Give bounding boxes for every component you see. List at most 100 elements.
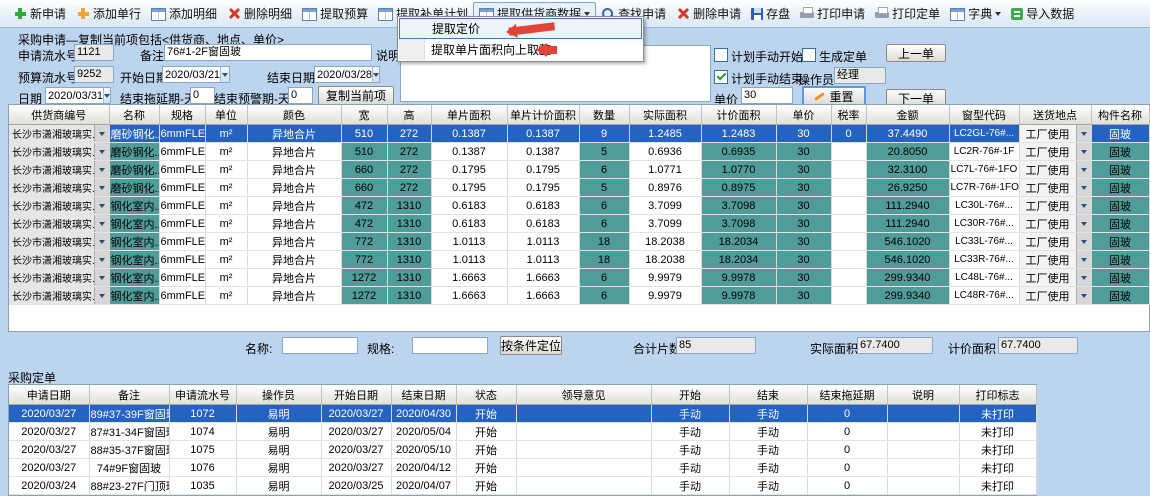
part-name-cell[interactable]: 固玻 bbox=[1091, 197, 1149, 215]
serial-field[interactable]: 1121 bbox=[74, 44, 114, 61]
column-header[interactable]: 备注 bbox=[89, 385, 169, 405]
order-date-cell[interactable]: 2020/03/27 bbox=[9, 423, 89, 441]
piece-priced-area-cell[interactable]: 1.0113 bbox=[507, 233, 579, 251]
column-header[interactable]: 计价面积 bbox=[701, 105, 776, 125]
order-remark-cell[interactable]: 88#23-27F门顶玻 bbox=[89, 477, 169, 495]
part-name-cell[interactable]: 固玻 bbox=[1091, 287, 1149, 305]
column-header[interactable]: 名称 bbox=[109, 105, 159, 125]
supplier-cell[interactable]: 长沙市潇湘玻璃实... bbox=[9, 143, 109, 161]
supplier-cell[interactable]: 长沙市潇湘玻璃实... bbox=[9, 179, 109, 197]
delivery-cell[interactable]: 工厂使用 bbox=[1019, 287, 1091, 305]
order-finish-cell[interactable]: 手动 bbox=[729, 405, 807, 423]
name-cell[interactable]: 磨砂钢化... bbox=[109, 143, 159, 161]
amount-cell[interactable]: 546.1020 bbox=[866, 233, 949, 251]
height-cell[interactable]: 1310 bbox=[387, 251, 431, 269]
unit-price-cell[interactable]: 30 bbox=[776, 179, 831, 197]
qty-cell[interactable]: 6 bbox=[579, 215, 629, 233]
name-cell[interactable]: 钢化室内... bbox=[109, 287, 159, 305]
height-cell[interactable]: 272 bbox=[387, 143, 431, 161]
supplier-cell[interactable]: 长沙市潇湘玻璃实... bbox=[9, 125, 109, 143]
color-cell[interactable]: 异地合片 bbox=[247, 161, 341, 179]
order-note-cell[interactable] bbox=[887, 441, 959, 459]
order-status-cell[interactable]: 开始 bbox=[456, 405, 516, 423]
tax-cell[interactable] bbox=[831, 287, 866, 305]
piece-area-cell[interactable]: 0.1795 bbox=[431, 161, 507, 179]
column-header[interactable]: 窗型代码 bbox=[949, 105, 1019, 125]
name-cell[interactable]: 钢化室内... bbox=[109, 251, 159, 269]
order-date-cell[interactable]: 2020/03/27 bbox=[9, 441, 89, 459]
window-code-cell[interactable]: LC33R-76#... bbox=[949, 251, 1019, 269]
column-header[interactable]: 领导意见 bbox=[516, 385, 651, 405]
part-name-cell[interactable]: 固玻 bbox=[1091, 251, 1149, 269]
part-name-cell[interactable]: 固玻 bbox=[1091, 143, 1149, 161]
table-row[interactable]: 长沙市潇湘玻璃实... 磨砂钢化... 6mmFLE... m² 异地合片 66… bbox=[9, 179, 1149, 197]
column-header[interactable]: 构件名称 bbox=[1091, 105, 1149, 125]
tax-cell[interactable] bbox=[831, 215, 866, 233]
column-header[interactable]: 状态 bbox=[456, 385, 516, 405]
reset-button[interactable]: 重置 bbox=[802, 86, 866, 106]
unit-cell[interactable]: m² bbox=[205, 143, 247, 161]
qty-cell[interactable]: 5 bbox=[579, 143, 629, 161]
order-printed-cell[interactable]: 未打印 bbox=[959, 423, 1036, 441]
name-cell[interactable]: 钢化室内... bbox=[109, 215, 159, 233]
chevron-down-icon[interactable] bbox=[94, 251, 109, 268]
order-operator-cell[interactable]: 易明 bbox=[236, 477, 321, 495]
order-delay-cell[interactable]: 0 bbox=[807, 441, 887, 459]
column-header[interactable]: 送货地点 bbox=[1019, 105, 1091, 125]
window-code-cell[interactable]: LC7L-76#-1FO bbox=[949, 161, 1019, 179]
order-delay-cell[interactable]: 0 bbox=[807, 477, 887, 495]
unit-cell[interactable]: m² bbox=[205, 161, 247, 179]
chevron-down-icon[interactable] bbox=[1076, 179, 1091, 196]
tax-cell[interactable] bbox=[831, 143, 866, 161]
order-start-cell[interactable]: 2020/03/27 bbox=[321, 423, 391, 441]
column-header[interactable]: 打印标志 bbox=[959, 385, 1036, 405]
order-end-cell[interactable]: 2020/04/07 bbox=[391, 477, 456, 495]
column-header[interactable]: 实际面积 bbox=[629, 105, 701, 125]
order-row[interactable]: 2020/03/27 87#31-34F窗固玻 1074 易明 2020/03/… bbox=[9, 423, 1036, 441]
window-code-cell[interactable]: LC30R-76#... bbox=[949, 215, 1019, 233]
part-name-cell[interactable]: 固玻 bbox=[1091, 161, 1149, 179]
spec-cell[interactable]: 6mmFLE... bbox=[159, 197, 205, 215]
priced-area-cell[interactable]: 3.7098 bbox=[701, 197, 776, 215]
part-name-cell[interactable]: 固玻 bbox=[1091, 233, 1149, 251]
piece-priced-area-cell[interactable]: 0.1387 bbox=[507, 143, 579, 161]
order-printed-cell[interactable]: 未打印 bbox=[959, 477, 1036, 495]
order-delay-cell[interactable]: 0 bbox=[807, 423, 887, 441]
actual-area-cell[interactable]: 0.8976 bbox=[629, 179, 701, 197]
height-cell[interactable]: 1310 bbox=[387, 233, 431, 251]
chevron-down-icon[interactable] bbox=[1076, 233, 1091, 250]
piece-priced-area-cell[interactable]: 0.6183 bbox=[507, 215, 579, 233]
order-end-cell[interactable]: 2020/05/10 bbox=[391, 441, 456, 459]
piece-area-cell[interactable]: 1.6663 bbox=[431, 287, 507, 305]
piece-area-cell[interactable]: 0.1387 bbox=[431, 125, 507, 143]
manual-end-checkbox[interactable] bbox=[714, 70, 728, 84]
column-header[interactable]: 申请流水号 bbox=[169, 385, 236, 405]
order-finish-cell[interactable]: 手动 bbox=[729, 459, 807, 477]
table-row[interactable]: 长沙市潇湘玻璃实... 钢化室内... 6mmFLE... m² 异地合片 12… bbox=[9, 269, 1149, 287]
column-header[interactable]: 开始日期 bbox=[321, 385, 391, 405]
color-cell[interactable]: 异地合片 bbox=[247, 269, 341, 287]
unit-cell[interactable]: m² bbox=[205, 125, 247, 143]
qty-cell[interactable]: 18 bbox=[579, 251, 629, 269]
color-cell[interactable]: 异地合片 bbox=[247, 197, 341, 215]
order-row[interactable]: 2020/03/24 88#23-27F门顶玻 1035 易明 2020/03/… bbox=[9, 477, 1036, 495]
name-cell[interactable]: 钢化室内... bbox=[109, 197, 159, 215]
unit-cell[interactable]: m² bbox=[205, 233, 247, 251]
spec-cell[interactable]: 6mmFLE... bbox=[159, 215, 205, 233]
chevron-down-icon[interactable] bbox=[94, 179, 109, 196]
width-cell[interactable]: 510 bbox=[341, 125, 387, 143]
order-begin-cell[interactable]: 手动 bbox=[651, 459, 729, 477]
unit-cell[interactable]: m² bbox=[205, 269, 247, 287]
tax-cell[interactable] bbox=[831, 197, 866, 215]
order-date-cell[interactable]: 2020/03/27 bbox=[9, 459, 89, 477]
order-begin-cell[interactable]: 手动 bbox=[651, 441, 729, 459]
tax-cell[interactable] bbox=[831, 233, 866, 251]
amount-cell[interactable]: 37.4490 bbox=[866, 125, 949, 143]
height-cell[interactable]: 1310 bbox=[387, 287, 431, 305]
delivery-cell[interactable]: 工厂使用 bbox=[1019, 125, 1091, 143]
order-finish-cell[interactable]: 手动 bbox=[729, 423, 807, 441]
column-header[interactable]: 结束日期 bbox=[391, 385, 456, 405]
chevron-down-icon[interactable] bbox=[1076, 143, 1091, 160]
part-name-cell[interactable]: 固玻 bbox=[1091, 215, 1149, 233]
column-header[interactable]: 金额 bbox=[866, 105, 949, 125]
